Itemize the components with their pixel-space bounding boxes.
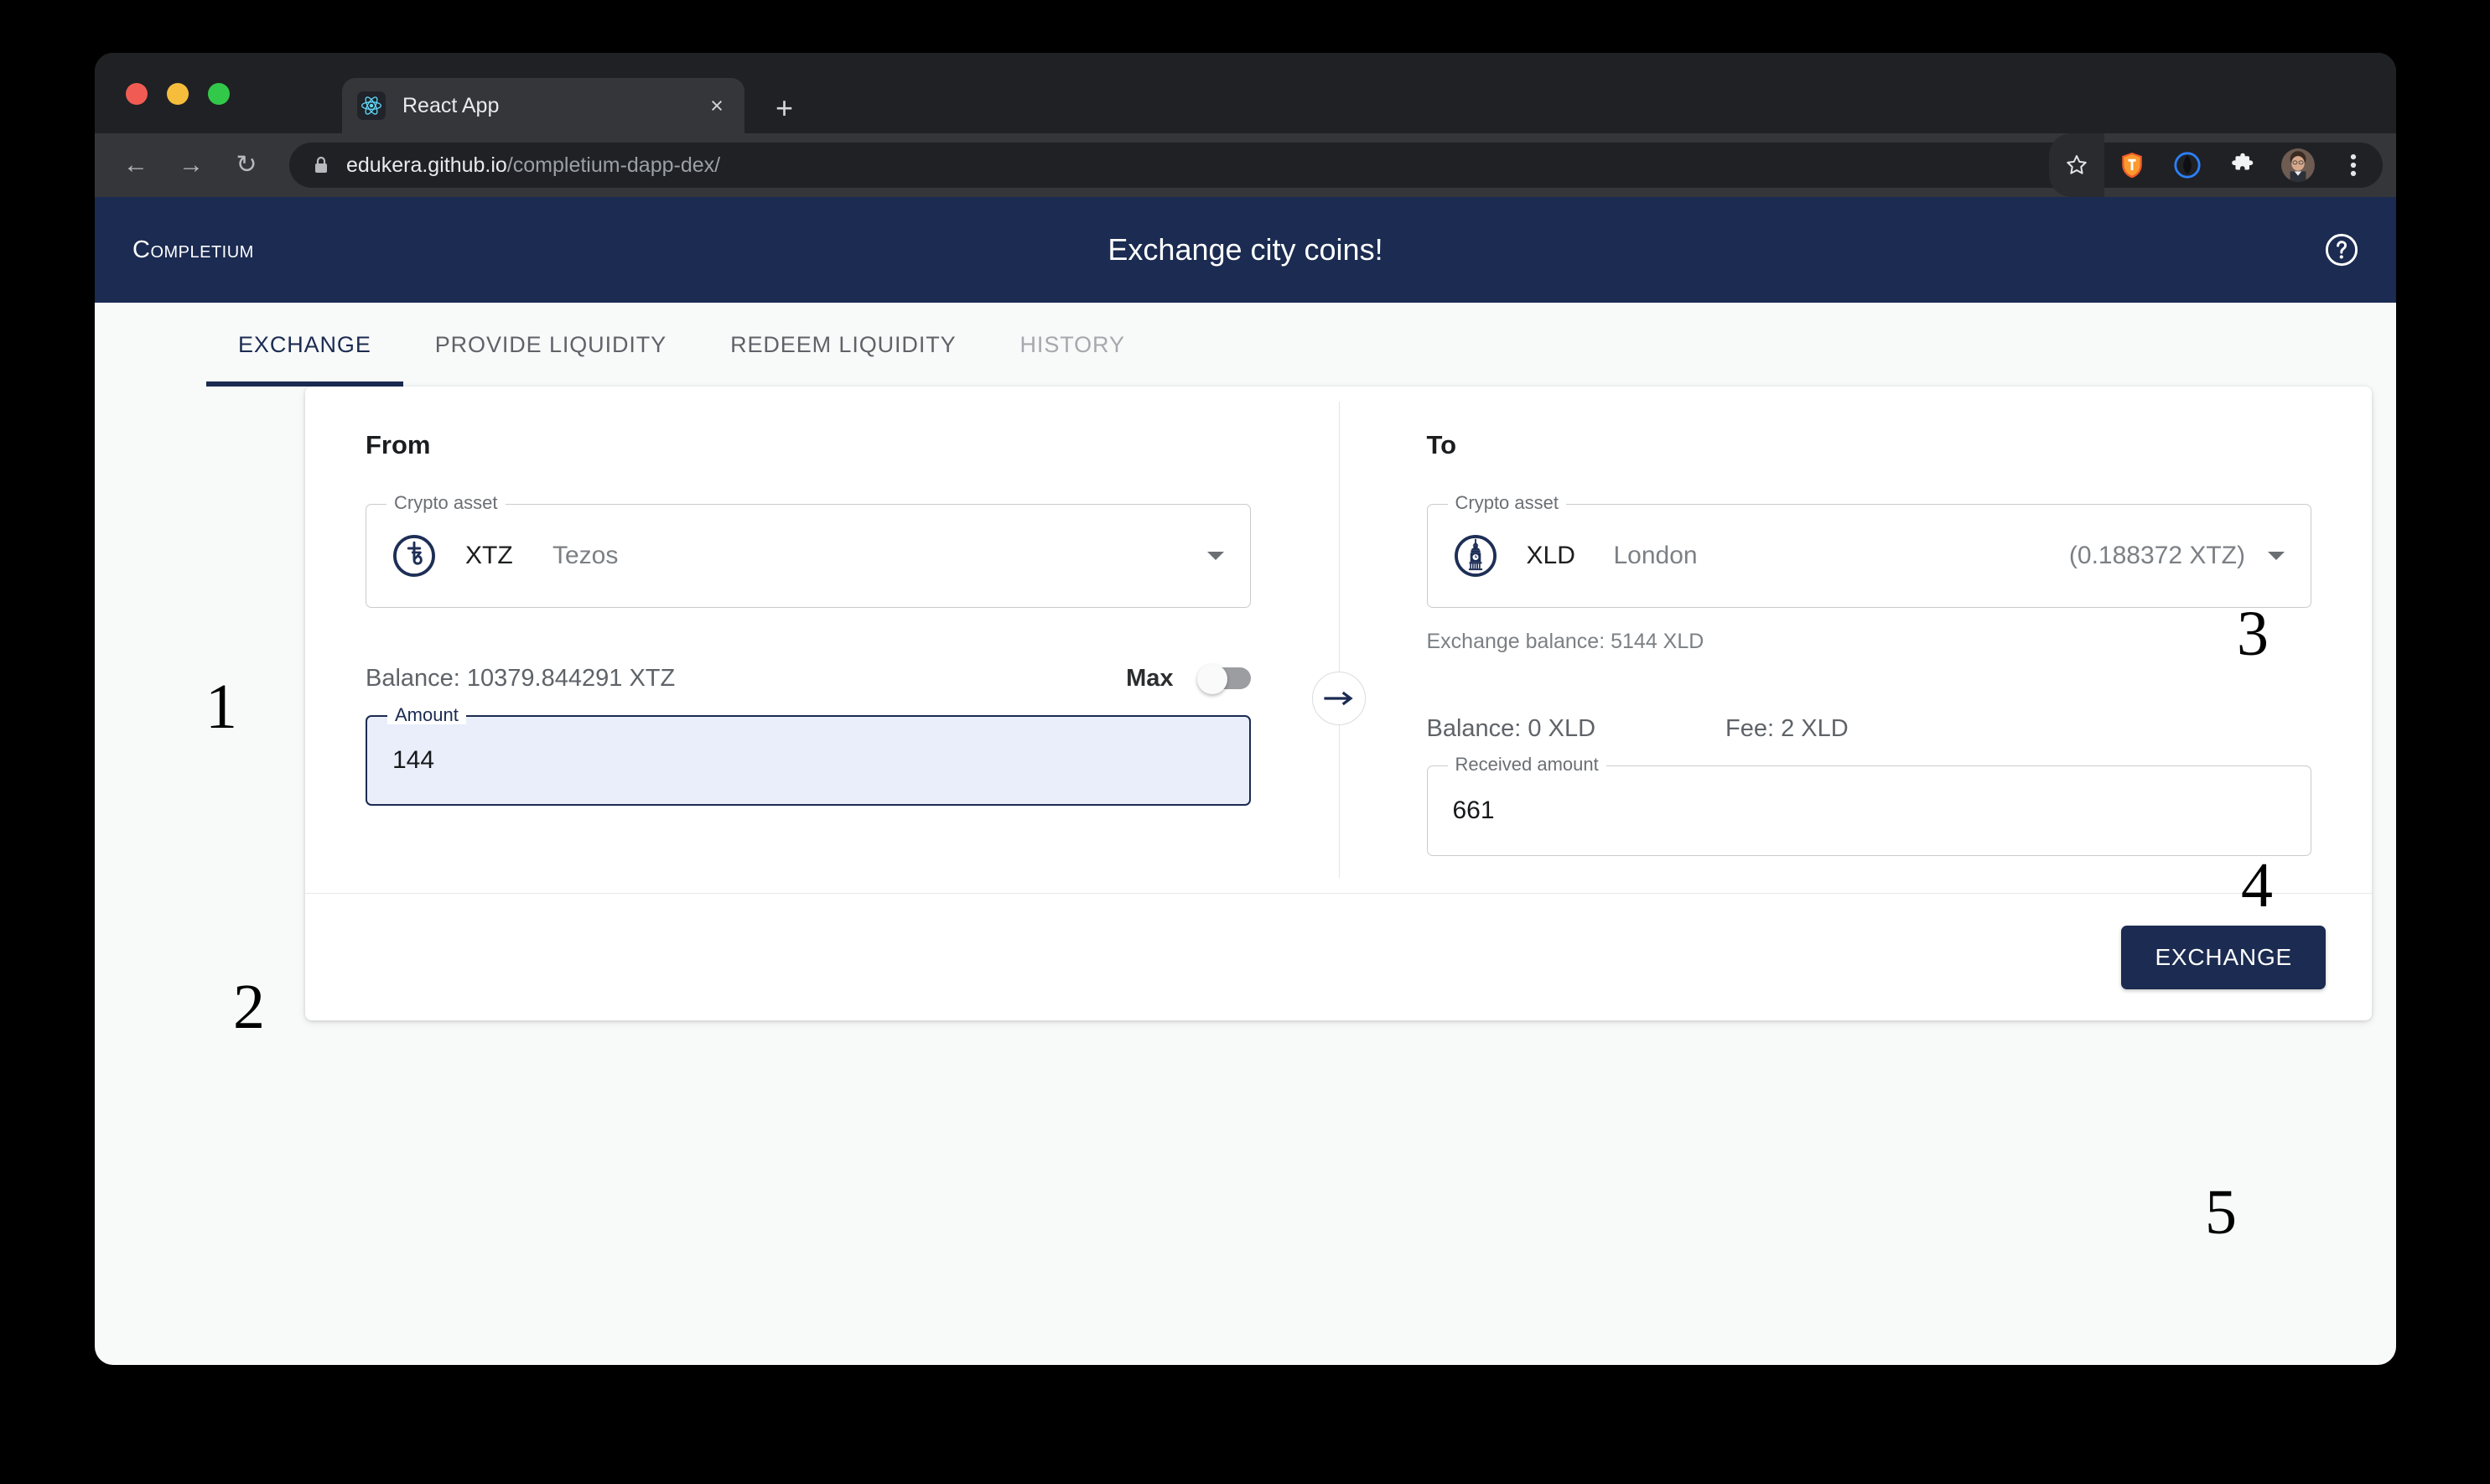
page-title: Exchange city coins! xyxy=(1108,232,1383,267)
app-header: Completium Exchange city coins! xyxy=(95,197,2396,303)
swap-direction-button[interactable] xyxy=(1311,672,1366,725)
from-balance: Balance: 10379.844291 XTZ xyxy=(366,664,676,692)
big-ben-coin-icon xyxy=(1453,533,1498,579)
browser-window: React App × + ← → ↻ edukera.github.io/co… xyxy=(95,53,2396,1365)
temple-wallet-icon[interactable] xyxy=(2160,133,2215,197)
annotation-4: 4 xyxy=(2241,850,2273,921)
back-button[interactable]: ← xyxy=(108,153,163,178)
new-tab-button[interactable]: + xyxy=(776,93,793,123)
max-label: Max xyxy=(1126,664,1174,692)
to-panel: To Crypto asset XLD London (0.188372 XTZ… xyxy=(1339,430,2373,856)
annotation-5: 5 xyxy=(2205,1177,2237,1248)
to-asset-legend: Crypto asset xyxy=(1447,494,1566,512)
chevron-down-icon[interactable] xyxy=(2267,550,2285,562)
received-amount-legend: Received amount xyxy=(1447,755,1606,774)
react-logo-icon xyxy=(357,91,386,120)
exchange-card: From Crypto asset XTZ Tezos Balance: 103… xyxy=(305,387,2372,1020)
url-path: /completium-dapp-dex/ xyxy=(506,153,721,177)
address-bar-url: edukera.github.io/completium-dapp-dex/ xyxy=(346,153,720,178)
lock-icon xyxy=(311,154,331,176)
annotation-3: 3 xyxy=(2237,599,2269,669)
close-tab-button[interactable]: × xyxy=(704,94,729,117)
browser-tab-title: React App xyxy=(402,93,500,117)
window-traffic-lights[interactable] xyxy=(126,83,230,105)
received-amount-value: 661 xyxy=(1452,796,1495,824)
chevron-down-icon[interactable] xyxy=(1206,550,1225,562)
reload-button[interactable]: ↻ xyxy=(219,153,274,178)
minimize-window-button[interactable] xyxy=(167,83,189,105)
exchange-button[interactable]: EXCHANGE xyxy=(2121,925,2326,989)
browser-tab-strip: React App × + xyxy=(95,53,2396,133)
tab-exchange[interactable]: EXCHANGE xyxy=(206,303,403,387)
help-circle-icon[interactable] xyxy=(2322,231,2361,269)
exchange-card-body: From Crypto asset XTZ Tezos Balance: 103… xyxy=(305,387,2372,893)
to-exchange-balance: Exchange balance: 5144 XLD xyxy=(1426,630,1704,653)
forward-button[interactable]: → xyxy=(163,153,219,178)
max-toggle[interactable] xyxy=(1196,664,1251,694)
tab-provide-liquidity[interactable]: PROVIDE LIQUIDITY xyxy=(403,303,698,387)
annotation-1: 1 xyxy=(205,672,237,742)
panel-divider xyxy=(1338,402,1340,878)
screenshot-root: React App × + ← → ↻ edukera.github.io/co… xyxy=(0,0,2490,1484)
to-fee: Fee: 2 XLD xyxy=(1725,714,1849,742)
tab-history[interactable]: HISTORY xyxy=(988,303,1157,387)
extensions-puzzle-icon[interactable] xyxy=(2215,133,2270,197)
annotation-2: 2 xyxy=(233,972,265,1042)
maximize-window-button[interactable] xyxy=(208,83,230,105)
app-tab-bar: EXCHANGE PROVIDE LIQUIDITY REDEEM LIQUID… xyxy=(95,303,2396,387)
url-host: edukera.github.io xyxy=(346,153,507,177)
amount-input[interactable]: Amount 144 xyxy=(366,706,1251,806)
to-label: To xyxy=(1426,430,1457,459)
browser-tab[interactable]: React App × xyxy=(342,78,744,133)
amount-value: 144 xyxy=(392,746,435,774)
from-asset-legend: Crypto asset xyxy=(386,494,506,512)
max-toggle-knob xyxy=(1196,664,1227,694)
amount-legend: Amount xyxy=(387,706,466,724)
shield-extension-icon[interactable] xyxy=(2104,133,2160,197)
from-meta-row: Balance: 10379.844291 XTZ Max xyxy=(366,655,1251,702)
to-asset-symbol: XLD xyxy=(1526,542,1575,569)
bookmark-star-icon[interactable] xyxy=(2049,133,2104,197)
from-asset-select[interactable]: Crypto asset XTZ Tezos xyxy=(366,494,1251,608)
received-amount-input[interactable]: Received amount 661 xyxy=(1426,755,2311,856)
to-balance: Balance: 0 XLD xyxy=(1426,714,1596,742)
arrow-right-icon xyxy=(1323,691,1353,706)
to-asset-rate: (0.188372 XTZ) xyxy=(2068,542,2245,569)
from-spacer xyxy=(366,828,1251,856)
tezos-coin-icon xyxy=(392,533,437,579)
tab-redeem-liquidity[interactable]: REDEEM LIQUIDITY xyxy=(698,303,988,387)
from-asset-symbol: XTZ xyxy=(465,542,513,569)
app-brand-logo[interactable]: Completium xyxy=(132,236,254,264)
close-window-button[interactable] xyxy=(126,83,148,105)
to-asset-row: XLD London (0.188372 XTZ) xyxy=(1453,533,2286,579)
from-label: From xyxy=(366,430,431,459)
from-asset-row: XTZ Tezos xyxy=(392,533,1225,579)
page-viewport: Completium Exchange city coins! EXCHANGE… xyxy=(95,197,2396,1365)
browser-toolbar-icons xyxy=(2049,133,2381,197)
to-meta-row: Balance: 0 XLD Fee: 2 XLD xyxy=(1427,705,2312,752)
from-panel: From Crypto asset XTZ Tezos Balance: 103… xyxy=(305,430,1339,856)
to-asset-name: London xyxy=(1613,542,1698,569)
three-dot-menu-icon[interactable] xyxy=(2326,133,2381,197)
exchange-card-footer: EXCHANGE xyxy=(305,893,2372,1020)
from-asset-name: Tezos xyxy=(552,542,619,569)
profile-avatar-icon[interactable] xyxy=(2270,133,2326,197)
to-asset-select[interactable]: Crypto asset XLD London (0.188372 XTZ) xyxy=(1426,494,2311,608)
